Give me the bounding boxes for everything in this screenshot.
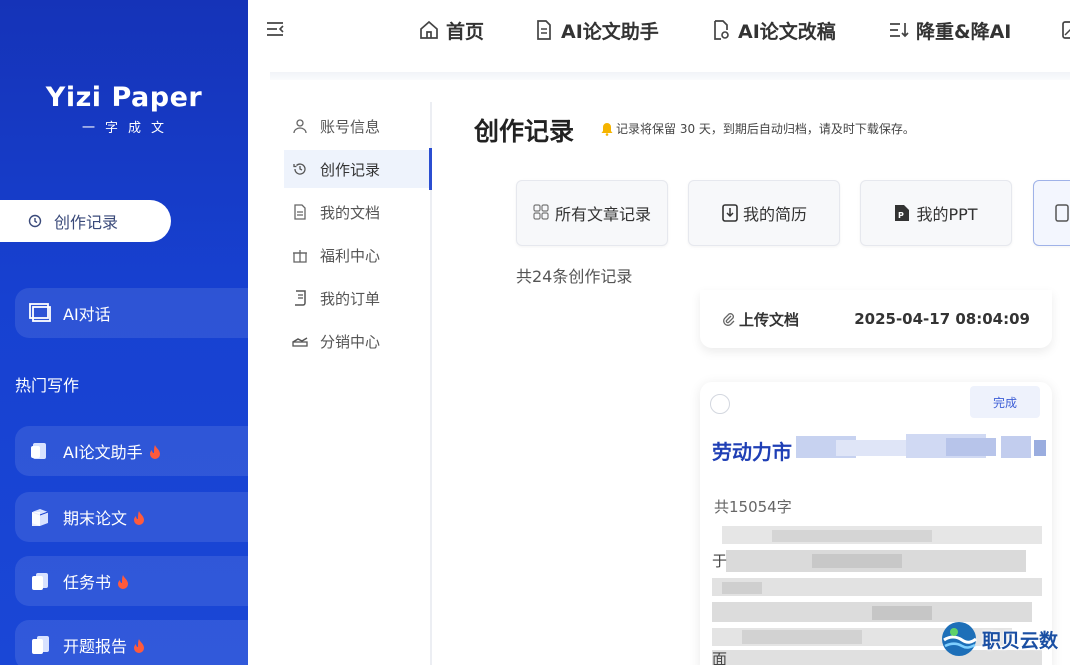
nav-ai-paper-assistant[interactable]: AI论文助手 <box>533 14 659 46</box>
blurred-title-region <box>796 434 1046 458</box>
sidebar-item-label: AI对话 <box>63 305 111 324</box>
submenu-label: 分销中心 <box>320 332 381 351</box>
history-icon <box>28 214 42 228</box>
brand-subtitle: 一字成文 <box>81 121 174 136</box>
top-divider <box>270 72 1070 80</box>
watermark-logo-icon <box>940 620 978 658</box>
notice-text: 记录将保留 30 天，到期后自动归档，请及时下载保存。 <box>616 122 915 136</box>
history-icon <box>292 161 308 177</box>
retention-notice: 记录将保留 30 天，到期后自动归档，请及时下载保存。 <box>600 120 915 137</box>
sidebar-item-paper-assistant[interactable]: AI论文助手 <box>15 426 248 476</box>
submenu-item-creation-records[interactable]: 创作记录 <box>284 150 430 188</box>
category-all-records[interactable]: 所有文章记录 <box>516 180 668 246</box>
watermark: 职贝云数 <box>940 620 1058 658</box>
svg-text:P: P <box>898 211 904 220</box>
account-submenu: 账号信息 创作记录 我的文档 福利中心 我的订单 分销中心 <box>270 102 432 665</box>
category-label: 所有文章记录 <box>554 205 651 224</box>
attachment-icon <box>722 312 736 326</box>
bell-icon <box>600 122 614 136</box>
document-icon <box>292 204 308 220</box>
document-icon <box>1054 204 1070 222</box>
excerpt-text: 面 <box>712 650 728 665</box>
flame-icon <box>149 444 161 459</box>
menu-collapse-icon[interactable] <box>266 20 286 38</box>
word-count: 共15054字 <box>714 498 792 516</box>
submenu-item-welfare-center[interactable]: 福利中心 <box>284 236 430 274</box>
record-card[interactable]: 上传文档 2025-04-17 08:04:09 <box>700 290 1052 348</box>
flame-icon <box>133 638 145 653</box>
sidebar-item-label: 开题报告 <box>63 637 128 656</box>
submenu-item-my-documents[interactable]: 我的文档 <box>284 193 430 231</box>
final-paper-icon <box>27 504 53 530</box>
sidebar-item-task-book[interactable]: 任务书 <box>15 556 248 606</box>
submenu-label: 创作记录 <box>320 160 381 179</box>
order-icon <box>292 290 308 306</box>
submenu-item-distribution-center[interactable]: 分销中心 <box>284 322 430 360</box>
hot-writing-heading: 热门写作 <box>15 376 80 395</box>
nav-label: AI论文改稿 <box>738 20 836 43</box>
image-icon <box>1060 19 1070 41</box>
sidebar-item-label: 任务书 <box>63 573 112 592</box>
nav-label: 首页 <box>446 20 485 43</box>
top-navigation: 首页 AI论文助手 AI论文改稿 降重&降AI <box>248 0 1070 72</box>
user-icon <box>292 118 308 134</box>
submenu-label: 福利中心 <box>320 246 381 265</box>
creation-records-panel: 创作记录 记录将保留 30 天，到期后自动归档，请及时下载保存。 所有文章记录 … <box>432 80 1070 665</box>
sidebar-item-ai-chat[interactable]: AI对话 <box>15 288 248 338</box>
submenu-item-my-orders[interactable]: 我的订单 <box>284 279 430 317</box>
edit-document-icon <box>710 19 732 41</box>
resume-icon <box>721 204 739 222</box>
document-icon <box>533 19 555 41</box>
grid-icon <box>533 204 551 222</box>
flame-icon <box>133 510 145 525</box>
record-type: 上传文档 <box>722 309 799 330</box>
nav-label: AI论文助手 <box>561 20 659 43</box>
nav-home[interactable]: 首页 <box>418 14 484 46</box>
select-radio[interactable] <box>710 394 730 414</box>
gift-icon <box>292 247 308 263</box>
nav-label: 降重&降AI <box>916 20 1012 43</box>
category-my-resume[interactable]: 我的简历 <box>688 180 840 246</box>
sidebar-item-label: AI论文助手 <box>63 443 143 462</box>
flame-icon <box>117 574 129 589</box>
category-my-ppt[interactable]: P 我的PPT <box>860 180 1012 246</box>
record-title[interactable]: 劳动力市 <box>712 436 792 465</box>
sidebar-item-proposal-report[interactable]: 开题报告 <box>15 620 248 665</box>
task-book-icon <box>27 568 53 594</box>
excerpt-text: 于 <box>712 552 728 570</box>
sort-down-icon <box>888 19 910 41</box>
sidebar-item-label: 创作记录 <box>54 213 119 232</box>
category-label: 我的PPT <box>916 205 978 224</box>
submenu-label: 我的文档 <box>320 203 381 222</box>
sidebar-item-creation-records[interactable]: 创作记录 <box>0 200 171 242</box>
brand-sidebar: Yizi Paper 一字成文 创作记录 AI对话 热门写作 AI论文助手 期末… <box>0 0 248 665</box>
proposal-report-icon <box>27 632 53 658</box>
record-type-label: 上传文档 <box>739 310 800 329</box>
nav-reduce-duplication[interactable]: 降重&降AI <box>888 14 1011 46</box>
brand-name: Yizi Paper <box>45 82 203 113</box>
ppt-icon: P <box>894 204 912 222</box>
distribution-icon <box>292 333 308 349</box>
nav-more-item[interactable] <box>1060 14 1070 46</box>
home-icon <box>418 19 440 41</box>
watermark-text: 职贝云数 <box>982 629 1059 652</box>
page-title: 创作记录 <box>474 117 575 146</box>
category-next[interactable] <box>1033 180 1070 246</box>
nav-ai-paper-revision[interactable]: AI论文改稿 <box>710 14 836 46</box>
brand-logo[interactable]: Yizi Paper 一字成文 <box>44 82 204 136</box>
submenu-item-account-info[interactable]: 账号信息 <box>284 107 430 145</box>
submenu-label: 我的订单 <box>320 289 381 308</box>
submenu-label: 账号信息 <box>320 117 381 136</box>
paper-assistant-icon <box>27 438 53 464</box>
sidebar-item-label: 期末论文 <box>63 509 128 528</box>
category-label: 我的简历 <box>742 205 807 224</box>
sidebar-item-final-paper[interactable]: 期末论文 <box>15 492 248 542</box>
chat-icon <box>27 300 53 326</box>
record-count: 共24条创作记录 <box>516 267 633 286</box>
status-badge: 完成 <box>970 386 1040 418</box>
record-time: 2025-04-17 08:04:09 <box>854 310 1030 328</box>
